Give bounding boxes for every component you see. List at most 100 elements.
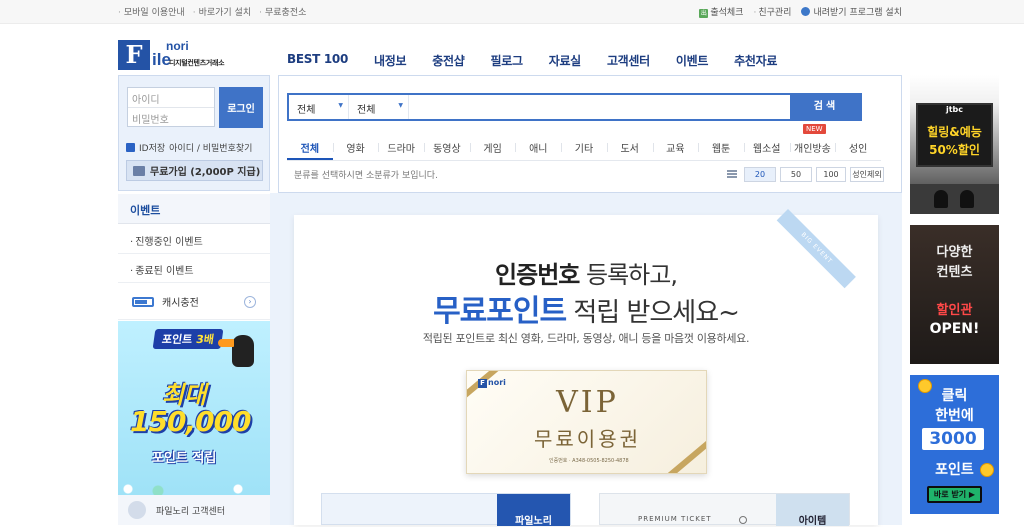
filenori-card[interactable]: 파일노리 [321,493,571,527]
banner3-line3: 포인트 [935,462,974,478]
link-friends[interactable]: · 친구관리 [753,5,791,18]
promo-headline-1: 인증번호 등록하고, [495,261,678,289]
tab-education[interactable]: 교육 [652,137,699,160]
banner-line2: 150,000 [130,405,252,438]
search-select-1[interactable]: 전체 [289,95,349,119]
top-links-right: 出 출석체크 · 친구관리 내려받기 프로그램 설치 [699,5,902,18]
tab-drama[interactable]: 드라마 [378,137,424,160]
search-bar: 전체 전체 검색 [287,93,862,121]
nav-events[interactable]: 이벤트 [676,52,709,69]
banner-pill: 포인트 3배 [152,329,224,349]
premium-ticket-label: PREMIUM TICKET [638,515,712,523]
new-badge: NEW [803,124,826,134]
nav-customer-center[interactable]: 고객센터 [607,52,650,69]
tab-webnovel[interactable]: 웹소설 [743,137,790,160]
page-size-20[interactable]: 20 [744,167,776,182]
banner2-line1: 다양한 [936,245,973,260]
banner1-line2: 50%할인 [929,143,980,157]
logo-subtitle: 디지털컨텐츠거래소 [169,59,225,67]
item-card[interactable]: PREMIUM TICKET 아이템 [599,493,850,527]
vip-ticket: Fnori VIP 무료이용권 인증번호 · A348-0505-8250-48… [466,370,707,474]
events-heading: 이벤트 [118,194,270,224]
signup-button[interactable]: 무료가입 (2,000P 지급) [126,160,263,181]
search-button[interactable]: 검색 [790,93,862,121]
nav-recommended[interactable]: 추천자료 [734,52,777,69]
tab-adult[interactable]: 성인 [835,137,881,160]
event-ended-link[interactable]: 종료된 이벤트 [118,254,270,283]
tab-books[interactable]: 도서 [606,137,653,160]
link-download-program[interactable]: 내려받기 프로그램 설치 [801,5,902,18]
page-size-50[interactable]: 50 [780,167,812,182]
flower-decoration [118,479,270,495]
jtbc-discount-banner[interactable]: jtbc 힐링&예능 50%할인 [910,75,999,214]
list-view-icon[interactable] [727,170,737,178]
banner-line3: 포인트 적립 [152,451,217,466]
top-utility-bar: 모바일 이용안내 바로가기 설치 무료충전소 出출석체크 ·친구관리 내려받기 … [0,0,1024,24]
filenori-card-tag: 파일노리 [497,494,570,527]
nav-best100[interactable]: BEST 100 [287,52,348,69]
ring-icon [739,516,747,524]
main-nav: BEST 100 내정보 충전샵 필로그 자료실 고객센터 이벤트 추천자료 [287,52,803,69]
link-mobile-guide[interactable]: 모바일 이용안내 [118,5,185,18]
ticket-code: 인증번호 · A348-0505-8250-4878 [549,458,629,464]
link-attendance[interactable]: 出 출석체크 [699,5,743,18]
tab-etc[interactable]: 기타 [561,137,607,160]
tab-game[interactable]: 게임 [469,137,516,160]
promo-headline-2: 무료포인트 적립 받으세요~ [433,294,740,329]
search-select-2[interactable]: 전체 [349,95,409,119]
login-panel: 아이디 비밀번호 로그인 ID저장 아이디 / 비밀번호찾기 무료가입 (2,0… [118,75,270,191]
logo-f: F [118,40,150,70]
password-input[interactable]: 비밀번호 [128,108,214,128]
chevron-right-icon: › [244,295,256,308]
category-hint: 분류를 선택하시면 소분류가 보입니다. [294,171,438,181]
receive-now-button[interactable]: 바로 받기 ▶ [927,486,982,503]
ticket-subtitle: 무료이용권 [534,427,641,451]
nav-charge-shop[interactable]: 충전샵 [432,52,465,69]
nav-filog[interactable]: 필로그 [490,52,523,69]
tab-video[interactable]: 동영상 [424,137,470,160]
nav-my-info[interactable]: 내정보 [374,52,407,69]
customer-center-link[interactable]: 파일노리 고객센터 [118,495,270,525]
banner2-line2: 컨텐츠 [936,265,973,280]
save-id-checkbox[interactable] [126,143,135,152]
login-button[interactable]: 로그인 [219,87,263,128]
banner2-line3: 할인관 [936,303,973,318]
tab-webtoon[interactable]: 웹툰 [698,137,744,160]
id-input[interactable]: 아이디 [128,88,214,108]
promo-subtext: 적립된 포인트로 최신 영화, 드라마, 동영상, 애니 등을 마음껏 이용하세… [422,332,750,345]
login-inputs: 아이디 비밀번호 [127,87,215,127]
banner2-line4: OPEN! [929,321,980,337]
link-free-charge[interactable]: 무료충전소 [259,5,306,18]
find-account-link[interactable]: 아이디 / 비밀번호찾기 [169,141,252,154]
save-id-label: ID저장 [139,144,166,154]
tab-personal-broadcast[interactable]: 개인방송 [789,137,836,160]
adult-exclude-toggle[interactable]: 성인제외 [850,167,884,182]
category-tabs: 전체 영화 드라마 동영상 게임 애니 기타 도서 교육 웹툰 웹소설 개인방송… [287,137,881,161]
link-shortcut-install[interactable]: 바로가기 설치 [193,5,252,18]
points-banner[interactable]: 포인트 3배 최대 150,000 포인트 적립 [118,321,270,495]
top-links-left: 모바일 이용안내 바로가기 설치 무료충전소 [118,5,307,18]
click-points-banner[interactable]: 클릭 한번에 3000 포인트 바로 받기 ▶ [910,375,999,514]
tab-all[interactable]: 전체 [287,137,333,160]
event-ongoing-link[interactable]: 진행중인 이벤트 [118,225,270,254]
toucan-icon [218,335,254,367]
banner1-line1: 힐링&예능 [927,125,982,139]
theater-seats [910,184,999,214]
item-card-tag: 아이템 [776,494,849,527]
nav-archive[interactable]: 자료실 [549,52,582,69]
site-logo[interactable]: F nori ile 디지털컨텐츠거래소 [118,38,258,72]
banner3-line2: 한번에 [935,408,974,424]
banner3-line1: 클릭 [941,388,968,404]
discount-hall-banner[interactable]: 다양한 컨텐츠 할인관 OPEN! [910,225,999,364]
ticket-title: VIP [556,385,619,420]
banner3-points: 3000 [922,428,984,450]
tab-movie[interactable]: 영화 [332,137,379,160]
jtbc-logo: jtbc [945,105,964,114]
headset-icon [128,501,146,519]
login-options: ID저장 아이디 / 비밀번호찾기 [126,141,252,154]
page-size-100[interactable]: 100 [816,167,846,182]
tab-anime[interactable]: 애니 [515,137,561,160]
coin-card-icon [133,165,145,176]
gear-icon [801,7,811,16]
cash-charge-link[interactable]: 캐시충전 › [118,284,270,320]
